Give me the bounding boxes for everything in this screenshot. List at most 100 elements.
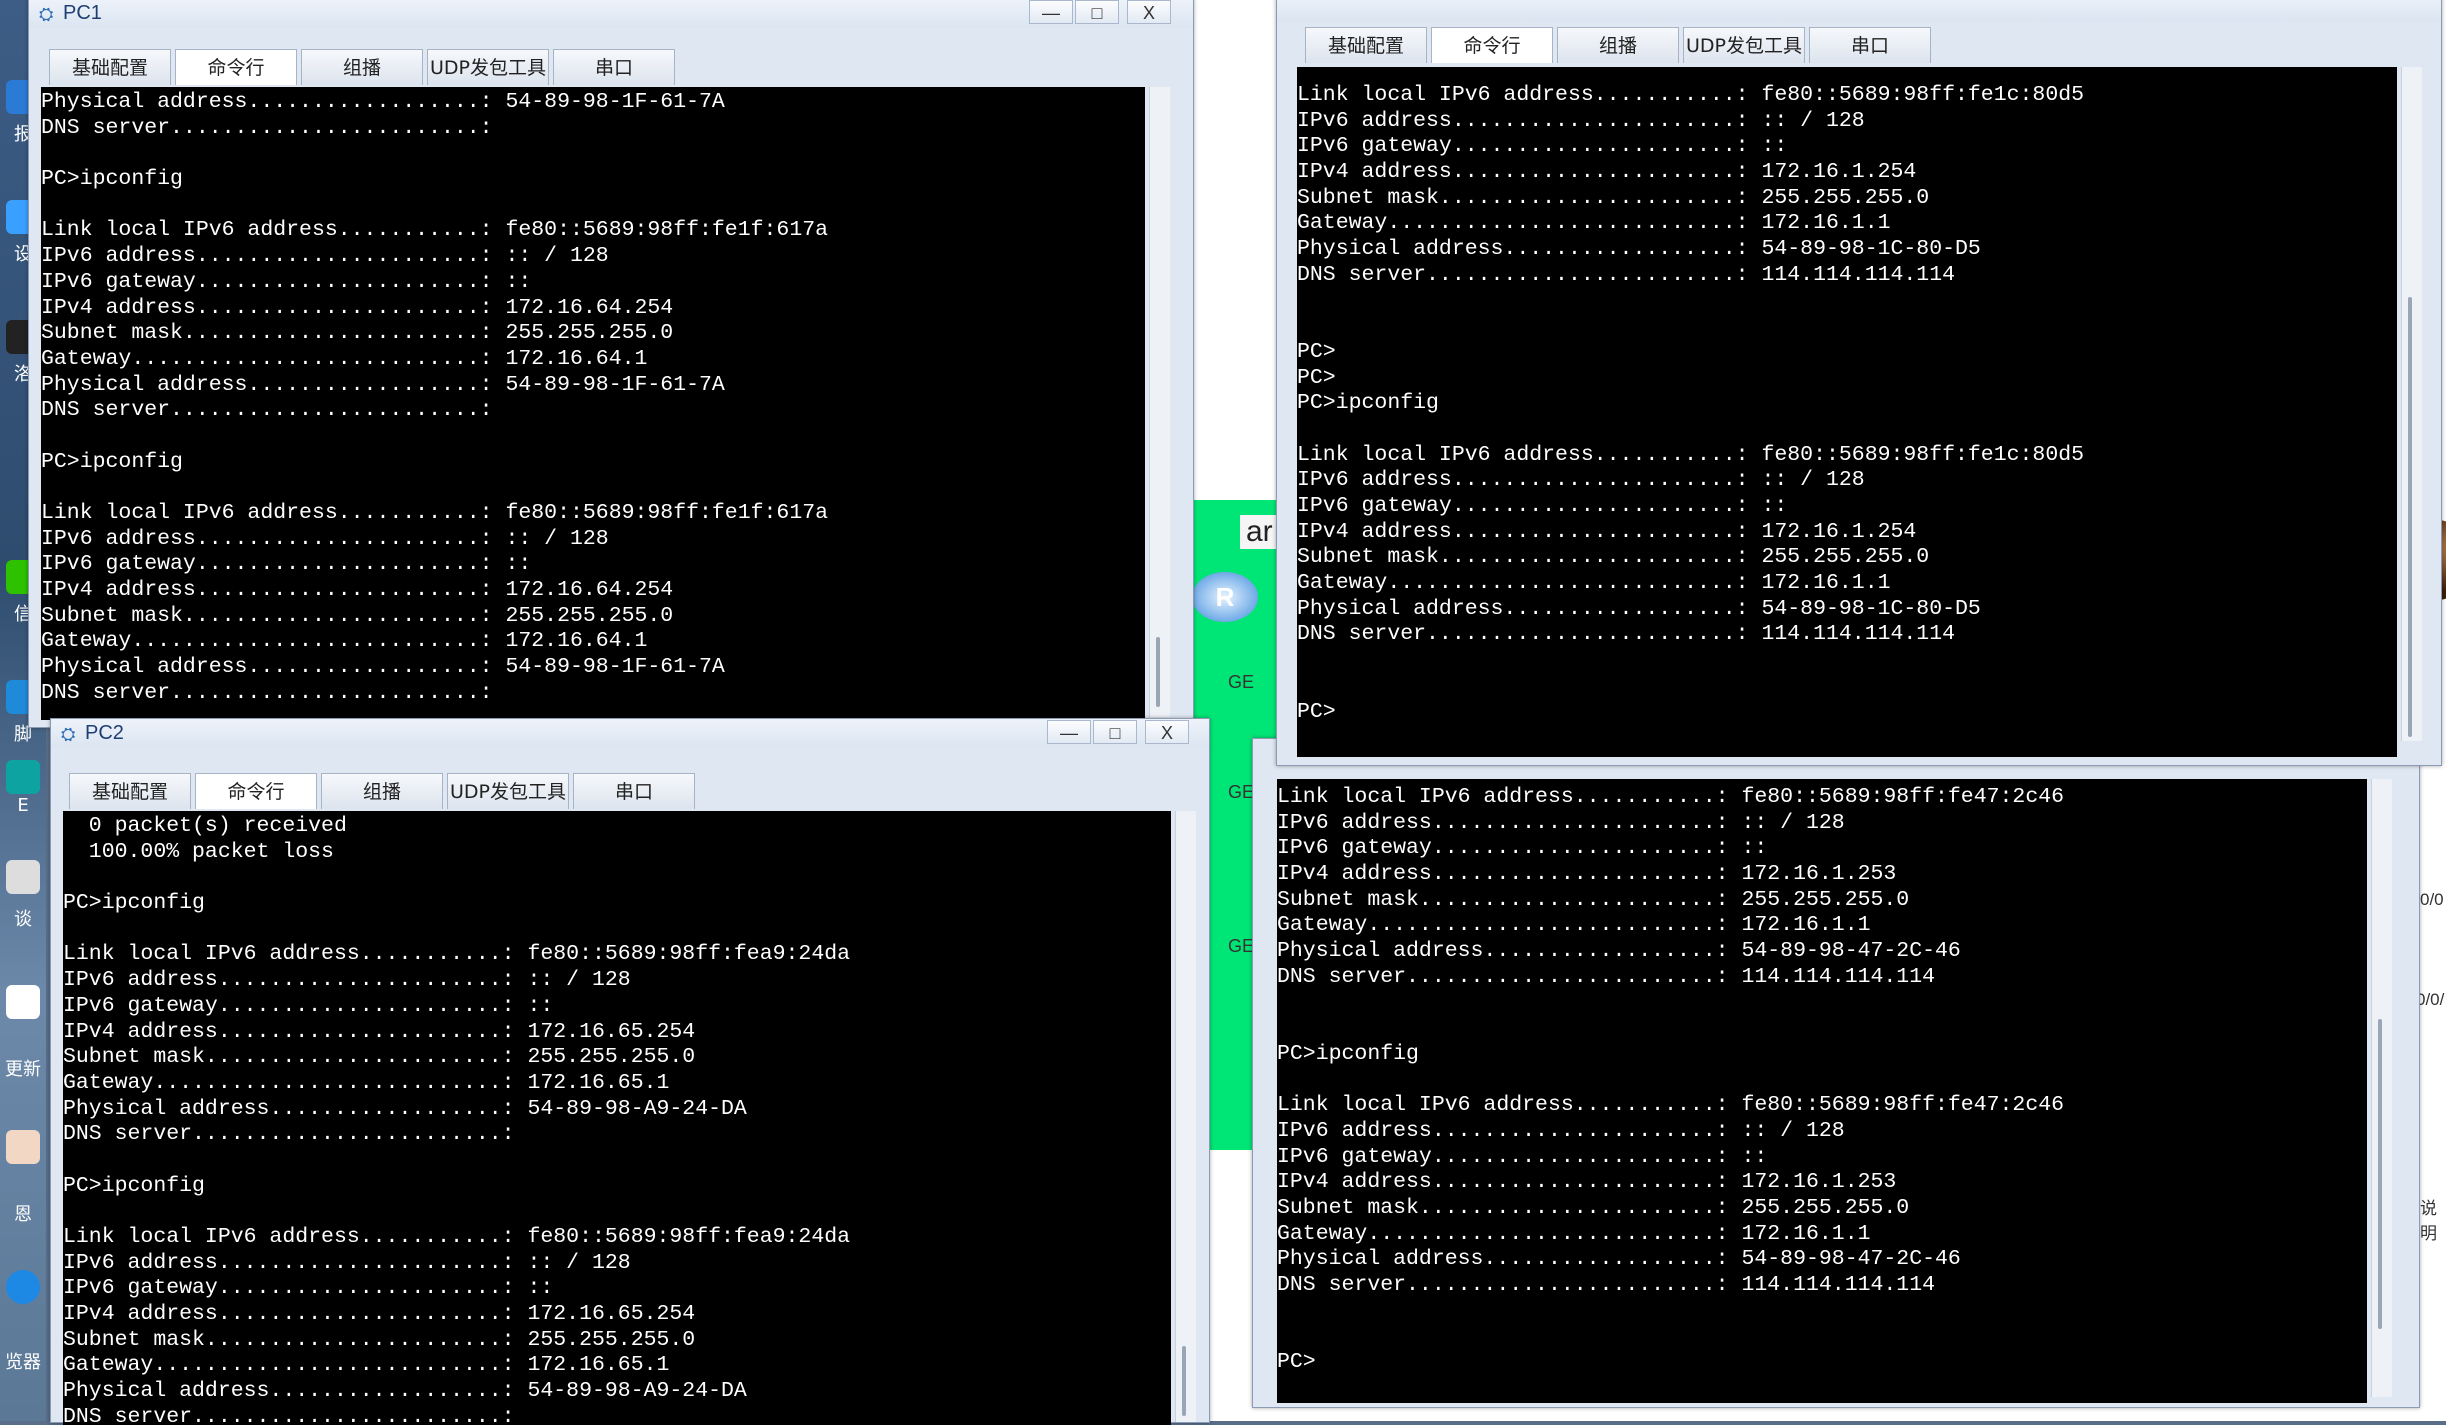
pc1-scrollbar[interactable] — [1149, 87, 1170, 717]
tab-udp-tool[interactable]: UDP发包工具 — [427, 49, 549, 85]
tab-basic-config[interactable]: 基础配置 — [1305, 27, 1427, 63]
terminal-line: IPv6 gateway......................: :: — [63, 1276, 554, 1301]
tab-command-line[interactable]: 命令行 — [1431, 27, 1553, 63]
document-icon[interactable] — [6, 985, 40, 1019]
pc3-titlebar[interactable] — [1277, 0, 2441, 21]
pc3-scrollbar[interactable] — [2401, 67, 2422, 741]
terminal-line: Physical address..................: 54-8… — [1297, 596, 1981, 621]
tab-serial[interactable]: 串口 — [553, 49, 675, 85]
terminal-line: IPv6 gateway......................: :: — [1277, 836, 1768, 861]
terminal-line: IPv6 address......................: :: /… — [63, 968, 631, 993]
pc2-scroll-thumb[interactable] — [1182, 1346, 1186, 1416]
port-label: GE — [1228, 672, 1255, 692]
terminal-line: IPv6 address......................: :: /… — [1297, 108, 1865, 133]
terminal-line: PC>ipconfig — [1297, 391, 1439, 416]
terminal-line: DNS server........................: — [63, 1404, 515, 1425]
tab-udp-tool[interactable]: UDP发包工具 — [447, 773, 569, 809]
port-label: GE — [1228, 782, 1255, 802]
terminal-line: IPv4 address......................: 172.… — [1297, 160, 1917, 185]
terminal-line: IPv4 address......................: 172.… — [41, 578, 674, 603]
router-icon[interactable]: R — [1192, 572, 1258, 622]
terminal-line: 100.00% packet loss — [63, 839, 334, 864]
terminal-line: Link local IPv6 address...........: fe80… — [41, 501, 829, 525]
pc2-title: PC2 — [85, 722, 124, 744]
tab-command-line[interactable]: 命令行 — [195, 773, 317, 809]
terminal-line: PC> — [1297, 699, 1336, 724]
desktop-icon-label: 恩 — [14, 1204, 32, 1225]
note-label: 说明 — [2420, 1199, 2437, 1243]
terminal-line: IPv6 gateway......................: :: — [63, 993, 554, 1018]
tab-serial[interactable]: 串口 — [573, 773, 695, 809]
desktop-icon-label: 更新 — [5, 1059, 41, 1080]
pc4-scroll-thumb[interactable] — [2378, 1019, 2382, 1329]
pc3-terminal-output[interactable]: Link local IPv6 address...........: fe80… — [1297, 67, 2397, 757]
terminal-line: IPv6 address......................: :: /… — [63, 1250, 631, 1275]
terminal-line: Physical address..................: 54-8… — [63, 1096, 747, 1121]
pc2-terminal-output[interactable]: 0 packet(s) received 100.00% packet loss… — [63, 811, 1171, 1425]
pc4-scrollbar[interactable] — [2371, 779, 2392, 1397]
terminal-line: PC>ipconfig — [63, 1173, 205, 1198]
terminal-line: IPv6 gateway......................: :: — [1297, 494, 1788, 518]
terminal-line: Subnet mask.......................: 255.… — [1297, 545, 1930, 570]
app-icon[interactable] — [6, 860, 40, 894]
pc2-window[interactable]: ⛭ PC2 — □ X 基础配置 命令行 组播 UDP发包工具 串口 0 pac… — [50, 718, 1210, 1425]
terminal-line: Physical address..................: 54-8… — [1277, 1247, 1961, 1272]
pc1-scroll-thumb[interactable] — [1156, 637, 1160, 707]
tab-udp-tool[interactable]: UDP发包工具 — [1683, 27, 1805, 63]
terminal-line: Subnet mask.......................: 255.… — [63, 1045, 696, 1070]
terminal-line: IPv4 address......................: 172.… — [1277, 1170, 1897, 1195]
pc1-terminal-output[interactable]: Physical address..................: 54-8… — [41, 87, 1145, 720]
pc1-titlebar[interactable]: ⛭ PC1 — □ X — [29, 0, 1193, 27]
terminal-line: DNS server........................: — [41, 115, 493, 140]
close-button[interactable]: X — [1145, 720, 1189, 744]
pc4-terminal-output[interactable]: Link local IPv6 address...........: fe80… — [1277, 779, 2367, 1403]
pc1-title: PC1 — [63, 2, 102, 24]
terminal-line: PC> — [1277, 1350, 1316, 1375]
terminal-line: IPv4 address......................: 172.… — [63, 1302, 696, 1327]
desktop-icon-label: E — [17, 795, 29, 816]
terminal-line: Subnet mask.......................: 255.… — [63, 1327, 696, 1352]
terminal-line: Gateway...........................: 172.… — [41, 346, 648, 371]
pc2-scrollbar[interactable] — [1175, 811, 1196, 1422]
port-label: GE — [1228, 936, 1255, 956]
desktop-icon-label: 谈 — [14, 909, 32, 930]
terminal-line: Link local IPv6 address...........: fe80… — [63, 1225, 851, 1249]
terminal-line: Physical address..................: 54-8… — [41, 90, 725, 114]
tab-serial[interactable]: 串口 — [1809, 27, 1931, 63]
tab-multicast[interactable]: 组播 — [321, 773, 443, 809]
terminal-line: IPv4 address......................: 172.… — [63, 1019, 696, 1044]
pc3-scroll-thumb[interactable] — [2408, 297, 2412, 737]
tab-multicast[interactable]: 组播 — [1557, 27, 1679, 63]
minimize-button[interactable]: — — [1029, 0, 1073, 24]
pc4-window[interactable]: Link local IPv6 address...........: fe80… — [1252, 738, 2420, 1408]
terminal-line: PC>ipconfig — [63, 891, 205, 916]
tab-basic-config[interactable]: 基础配置 — [49, 49, 171, 85]
pc1-window[interactable]: ⛭ PC1 — □ X 基础配置 命令行 组播 UDP发包工具 串口 Physi… — [28, 0, 1194, 728]
pc2-titlebar[interactable]: ⛭ PC2 — □ X — [51, 719, 1209, 747]
desktop-icon-label: 览器 — [5, 1352, 41, 1373]
close-button[interactable]: X — [1127, 0, 1171, 24]
tab-multicast[interactable]: 组播 — [301, 49, 423, 85]
terminal-line: IPv6 gateway......................: :: — [1277, 1144, 1768, 1169]
terminal-line: IPv6 gateway......................: :: — [41, 552, 532, 577]
browser-icon[interactable] — [6, 1270, 40, 1304]
minimize-button[interactable]: — — [1047, 720, 1091, 744]
maximize-button[interactable]: □ — [1075, 0, 1119, 24]
avatar-icon[interactable] — [6, 1130, 40, 1164]
terminal-line: DNS server........................: 114.… — [1277, 1273, 1936, 1298]
terminal-line: PC>ipconfig — [1277, 1041, 1419, 1066]
edge-icon[interactable] — [6, 760, 40, 794]
terminal-line: 0 packet(s) received — [63, 814, 347, 838]
tab-basic-config[interactable]: 基础配置 — [69, 773, 191, 809]
tab-command-line[interactable]: 命令行 — [175, 49, 297, 85]
terminal-line: Physical address..................: 54-8… — [1297, 237, 1981, 262]
pc3-window[interactable]: 基础配置 命令行 组播 UDP发包工具 串口 Link local IPv6 a… — [1276, 0, 2442, 766]
terminal-line: IPv4 address......................: 172.… — [1297, 519, 1917, 544]
maximize-button[interactable]: □ — [1093, 720, 1137, 744]
